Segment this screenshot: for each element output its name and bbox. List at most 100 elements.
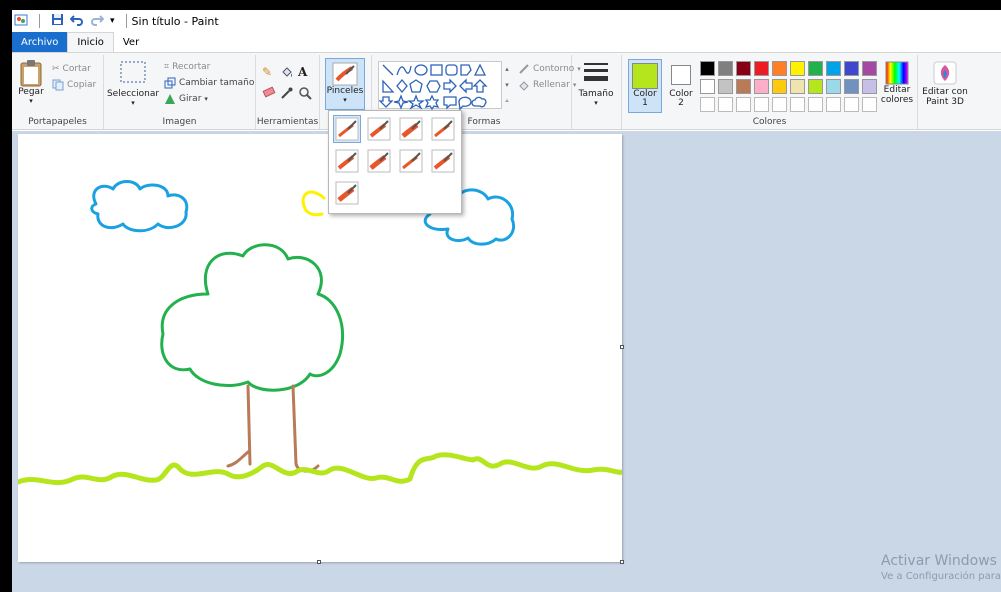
- palette-swatch[interactable]: [754, 97, 769, 112]
- clipboard-group: Pegar ▾ ✂ Cortar Copiar Portapapeles: [12, 55, 104, 129]
- palette-swatch[interactable]: [736, 79, 751, 94]
- palette-swatch[interactable]: [700, 61, 715, 76]
- canvas-resize-handle-corner[interactable]: [620, 560, 624, 564]
- canvas-resize-handle-right[interactable]: [620, 345, 624, 349]
- palette-swatch[interactable]: [754, 79, 769, 94]
- copy-button[interactable]: Copiar: [52, 77, 96, 93]
- resize-icon: [164, 77, 176, 89]
- drawing-canvas[interactable]: [15, 134, 625, 562]
- palette-swatch[interactable]: [862, 61, 877, 76]
- airbrush-icon: [431, 117, 455, 141]
- palette-swatch[interactable]: [844, 79, 859, 94]
- tab-file[interactable]: Archivo: [12, 32, 68, 52]
- edit-paint3d-button[interactable]: Editar con Paint 3D: [922, 61, 968, 107]
- brush-option[interactable]: [365, 147, 393, 175]
- calligraphy-brush-1-icon: [367, 117, 391, 141]
- left-cloud-stroke: [90, 180, 189, 233]
- customize-qat-icon[interactable]: ▾: [110, 16, 115, 26]
- palette-swatch[interactable]: [772, 97, 787, 112]
- paste-label: Pegar: [18, 87, 44, 97]
- brush-option[interactable]: [429, 115, 457, 143]
- palette-swatch[interactable]: [736, 61, 751, 76]
- tab-view[interactable]: Ver: [114, 32, 148, 52]
- paste-button[interactable]: Pegar ▾: [18, 59, 44, 105]
- cut-label: Cortar: [62, 64, 91, 74]
- shapes-scroll[interactable]: ▴ ▾ ⩡: [503, 61, 511, 109]
- palette-swatch[interactable]: [862, 97, 877, 112]
- redo-icon[interactable]: [90, 13, 105, 29]
- color-palette: [700, 61, 880, 117]
- palette-swatch[interactable]: [808, 97, 823, 112]
- brush-option[interactable]: [397, 147, 425, 175]
- line-size-icon: [584, 63, 608, 81]
- palette-swatch[interactable]: [808, 61, 823, 76]
- palette-swatch[interactable]: [718, 97, 733, 112]
- cut-button[interactable]: ✂ Cortar: [52, 61, 96, 77]
- cloud-callout-shape-icon: [471, 96, 487, 108]
- canvas-resize-handle-bottom[interactable]: [317, 560, 321, 564]
- brush-option[interactable]: [429, 147, 457, 175]
- tools-group-title: Herramientas: [256, 117, 319, 127]
- canvas-workspace[interactable]: Activar Windows Ve a Configuración para: [12, 131, 1001, 592]
- palette-swatch[interactable]: [772, 61, 787, 76]
- palette-swatch[interactable]: [790, 61, 805, 76]
- undo-icon[interactable]: [69, 13, 84, 29]
- palette-swatch[interactable]: [826, 97, 841, 112]
- color-picker-icon[interactable]: [280, 86, 296, 103]
- paint-app-icon[interactable]: [14, 13, 28, 30]
- shapes-group-title: Formas: [467, 117, 501, 127]
- color1-number: 1: [642, 98, 648, 108]
- paint3d-label: Editar con Paint 3D: [922, 87, 968, 107]
- clipboard-icon: [20, 60, 42, 87]
- brush-option[interactable]: [333, 179, 361, 207]
- fill-bucket-icon[interactable]: [280, 65, 296, 82]
- rotate-button[interactable]: Girar ▾: [164, 91, 254, 107]
- palette-swatch[interactable]: [718, 79, 733, 94]
- eraser-icon[interactable]: [262, 86, 278, 103]
- pentagon-shape-icon: [409, 79, 423, 93]
- brush-option[interactable]: [365, 115, 393, 143]
- select-button[interactable]: Seleccionar ▾: [107, 61, 159, 107]
- palette-swatch[interactable]: [700, 97, 715, 112]
- palette-swatch[interactable]: [862, 79, 877, 94]
- brush-option[interactable]: [333, 115, 361, 143]
- outline-icon: [519, 64, 529, 74]
- palette-swatch[interactable]: [736, 97, 751, 112]
- tab-home[interactable]: Inicio: [67, 32, 114, 52]
- pencil-icon[interactable]: ✎: [262, 65, 278, 82]
- palette-swatch[interactable]: [844, 97, 859, 112]
- size-button[interactable]: Tamaño ▾: [578, 61, 614, 107]
- five-point-star-shape-icon: [407, 94, 425, 110]
- palette-swatch[interactable]: [700, 79, 715, 94]
- palette-swatch[interactable]: [790, 79, 805, 94]
- shapes-gallery[interactable]: [378, 61, 502, 111]
- palette-swatch[interactable]: [754, 61, 769, 76]
- fill-label: Rellenar: [533, 80, 570, 90]
- ribbon: Pegar ▾ ✂ Cortar Copiar Portapapeles Sele…: [12, 52, 1001, 130]
- watermark-line2: Ve a Configuración para: [881, 571, 1001, 582]
- tree-crown-stroke: [160, 243, 345, 392]
- activate-windows-watermark: Activar Windows Ve a Configuración para: [881, 553, 1001, 582]
- line-shape-icon: [382, 64, 394, 76]
- palette-swatch[interactable]: [808, 79, 823, 94]
- magnifier-icon[interactable]: [298, 86, 314, 103]
- palette-swatch[interactable]: [844, 61, 859, 76]
- natural-pencil-icon: [431, 149, 455, 173]
- edit-colors-button[interactable]: Editar colores: [880, 61, 914, 105]
- palette-swatch[interactable]: [790, 97, 805, 112]
- diamond-shape-icon: [396, 78, 408, 94]
- crop-button[interactable]: ⌗ Recortar: [164, 59, 254, 75]
- brush-option[interactable]: [397, 115, 425, 143]
- brushes-button[interactable]: Pinceles ▾: [325, 58, 365, 110]
- palette-swatch[interactable]: [772, 79, 787, 94]
- grass-stroke: [15, 452, 625, 485]
- color2-button[interactable]: Color 2: [666, 59, 696, 113]
- text-tool-icon[interactable]: A: [298, 65, 314, 82]
- palette-swatch[interactable]: [826, 61, 841, 76]
- palette-swatch[interactable]: [826, 79, 841, 94]
- color1-button[interactable]: Color 1: [628, 59, 662, 113]
- brush-option[interactable]: [333, 147, 361, 175]
- palette-swatch[interactable]: [718, 61, 733, 76]
- resize-button[interactable]: Cambiar tamaño: [164, 75, 254, 91]
- save-icon[interactable]: [51, 13, 64, 29]
